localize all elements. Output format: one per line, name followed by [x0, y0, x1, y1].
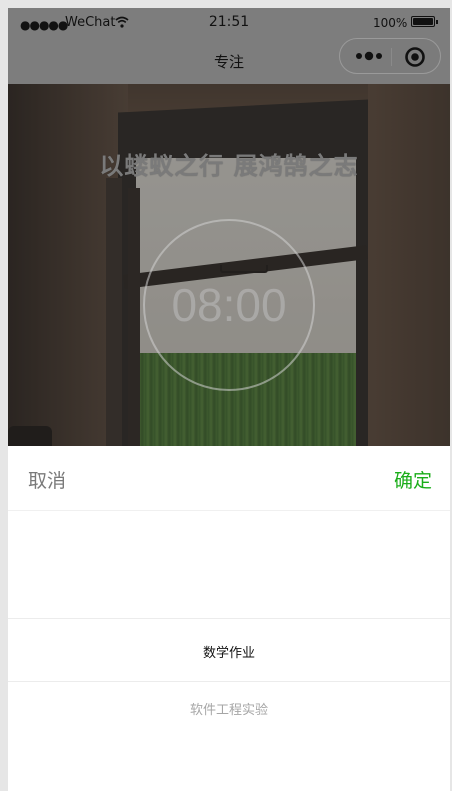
miniprogram-capsule [339, 38, 441, 74]
cancel-button[interactable]: 取消 [28, 466, 66, 493]
battery-icon [411, 16, 438, 27]
close-circle-icon[interactable] [404, 46, 426, 68]
capsule-divider [391, 48, 392, 66]
focus-motto: 以蝼蚁之行 展鸿鹄之志 [99, 152, 359, 180]
phone-screen: 以蝼蚁之行 展鸿鹄之志 08:00 ●●●●● WeChat 21:51 100… [8, 8, 450, 791]
confirm-button[interactable]: 确定 [394, 466, 432, 493]
picker-header: 取消 确定 [8, 446, 450, 511]
picker-option-selected[interactable]: 数学作业 [8, 642, 450, 661]
picker-wheel[interactable]: 数学作业 软件工程实验 [8, 511, 450, 791]
battery-percent: 100% [373, 16, 408, 30]
more-icon[interactable] [354, 49, 388, 63]
status-bar: ●●●●● WeChat 21:51 100% [8, 8, 450, 38]
picker-sheet: 取消 确定 数学作业 软件工程实验 [8, 446, 450, 791]
timer-display: 08:00 [171, 279, 287, 331]
picker-option[interactable]: 软件工程实验 [8, 699, 450, 718]
